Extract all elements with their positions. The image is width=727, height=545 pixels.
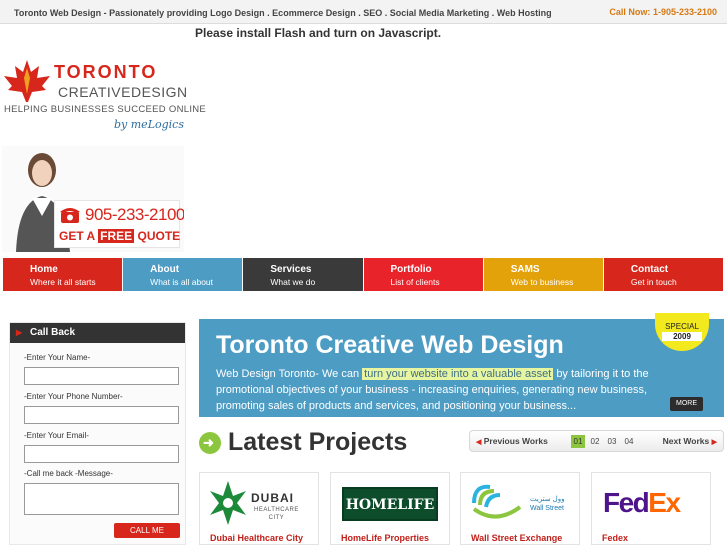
nav-title: Portfolio [390,264,432,275]
page-02[interactable]: 02 [588,435,602,448]
wall-street-swirl-icon [472,484,522,519]
maple-leaf-icon [4,60,50,102]
latest-projects-title: Latest Projects [228,428,408,456]
phone-input[interactable] [24,406,179,424]
nav-subtitle: What we do [270,277,316,287]
call-now-number[interactable]: 1-905-233-2100 [653,7,717,17]
wall-street-english: Wall Street [530,505,564,512]
homelife-logo-text: HOMELIFE [342,487,438,521]
project-card[interactable]: وول ستريت Wall Street Wall Street Exchang… [460,472,580,545]
promo-phone-number: 905-233-2100 [85,205,184,224]
quote-prefix: GET A [59,229,95,243]
dubai-logo-text: DUBAI [251,491,294,505]
brand-name-line1: TORONTO [54,62,158,82]
nav-subtitle: Web to business [510,277,574,287]
nav-item-home[interactable]: Home Where it all starts [3,258,124,291]
nav-subtitle: What is all about [150,277,214,287]
page-04[interactable]: 04 [622,435,636,448]
nav-subtitle: List of clients [390,277,440,287]
fedex-logo-text: FedEx [603,487,681,519]
banner-highlight: turn your website into a valuable asset [362,368,554,380]
email-input[interactable] [24,445,179,463]
wall-street-logo: وول ستريت Wall Street [466,479,574,529]
next-works-label: Next Works [662,436,710,446]
nav-item-contact[interactable]: Contact Get in touch [603,258,725,291]
name-label: -Enter Your Name- [24,353,91,362]
wall-street-arabic: وول ستريت [530,496,565,503]
project-card[interactable]: FedEx Fedex [591,472,711,545]
nav-title: About [150,264,180,275]
special-label: SPECIAL [665,322,699,331]
project-card[interactable]: HOMELIFE HomeLife Properties [330,472,450,545]
telephone-icon [60,208,80,223]
nav-title: Home [30,264,58,275]
dubai-healthcare-logo: DUBAI HEALTHCARE CITY [205,479,313,529]
site-logo[interactable]: TORONTO CREATIVEDESIGN HELPING BUSINESSE… [2,58,206,140]
project-caption[interactable]: Wall Street Exchange [471,533,562,543]
previous-works-label: Previous Works [483,436,548,446]
page-root: Toronto Web Design - Passionately provid… [0,0,727,545]
brand-name-line2: CREATIVEDESIGN [58,84,188,100]
free-quote-text: GET A FREE QUOTE [59,229,180,243]
wall-street-logo-text: وول ستريت Wall Street [530,495,564,513]
call-now-label: Call Now: [609,7,651,17]
fedex-ex: Ex [648,487,681,518]
nav-item-sams[interactable]: SAMS Web to business [483,258,604,291]
callback-header: ▶ Call Back [10,323,185,343]
caret-right-icon: ▶ [16,328,23,337]
project-caption[interactable]: Dubai Healthcare City [210,533,303,543]
hero-banner: Toronto Creative Web Design Web Design T… [199,319,724,417]
quote-free: FREE [98,229,135,243]
caret-right-icon: ▶ [711,439,717,446]
banner-text: Web Design Toronto- We can turn your web… [216,366,666,414]
projects-pager: ◀ Previous Works 01 02 03 04 Next Works … [469,430,724,452]
name-input[interactable] [24,367,179,385]
flash-message: Please install Flash and turn on Javascr… [195,26,442,40]
page-01[interactable]: 01 [571,435,585,448]
quote-promo[interactable]: 905-233-2100 GET A FREE QUOTE [2,146,184,252]
dubai-logo-sub: HEALTHCARE CITY [254,506,299,522]
nav-title: Services [270,264,312,275]
callback-form: ▶ Call Back -Enter Your Name- -Enter You… [9,322,186,545]
project-caption[interactable]: Fedex [602,533,628,543]
more-button[interactable]: MORE [670,397,703,411]
call-me-button[interactable]: CALL ME [114,523,180,538]
next-works-button[interactable]: Next Works ▶ [663,436,717,446]
call-now: Call Now: 1-905-233-2100 [609,7,717,17]
message-textarea[interactable] [24,483,179,515]
nav-subtitle: Get in touch [630,277,677,287]
nav-item-portfolio[interactable]: Portfolio List of clients [363,258,484,291]
brand-byline: by meLogics [114,118,184,131]
banner-text-before: Web Design Toronto- We can [216,368,360,380]
phone-label: -Enter Your Phone Number- [24,392,123,401]
site-tagline: Toronto Web Design - Passionately provid… [14,8,552,18]
top-bar: Toronto Web Design - Passionately provid… [0,0,727,24]
banner-title: Toronto Creative Web Design [216,331,564,359]
dubai-sub-line1: HEALTHCARE [254,507,299,513]
previous-works-button[interactable]: ◀ Previous Works [476,436,548,446]
dubai-star-icon [210,481,246,525]
page-03[interactable]: 03 [605,435,619,448]
quote-suffix: QUOTE [137,229,181,243]
phone-box: 905-233-2100 GET A FREE QUOTE [54,200,184,248]
nav-title: Contact [630,264,669,275]
arrow-right-circle-icon: ➜ [199,432,221,454]
homelife-logo: HOMELIFE [336,479,444,529]
main-nav: Home Where it all starts About What is all… [3,258,725,291]
project-card[interactable]: DUBAI HEALTHCARE CITY Dubai Healthcare Ci… [199,472,319,545]
email-label: -Enter Your Email- [24,431,89,440]
nav-item-about[interactable]: About What is all about [123,258,244,291]
special-year: 2009 [662,332,702,341]
dubai-sub-line2: CITY [268,515,285,521]
callback-heading: Call Back [30,327,76,338]
brand-tagline: HELPING BUSINESSES SUCCEED ONLINE [4,104,207,115]
message-label: -Call me back -Message- [24,469,113,478]
nav-item-services[interactable]: Services What we do [243,258,364,291]
fedex-fe: Fed [603,487,650,518]
project-caption[interactable]: HomeLife Properties [341,533,429,543]
nav-title: SAMS [510,264,540,275]
nav-subtitle: Where it all starts [30,277,96,287]
caret-left-icon: ◀ [476,439,482,446]
fedex-logo: FedEx [597,479,705,529]
